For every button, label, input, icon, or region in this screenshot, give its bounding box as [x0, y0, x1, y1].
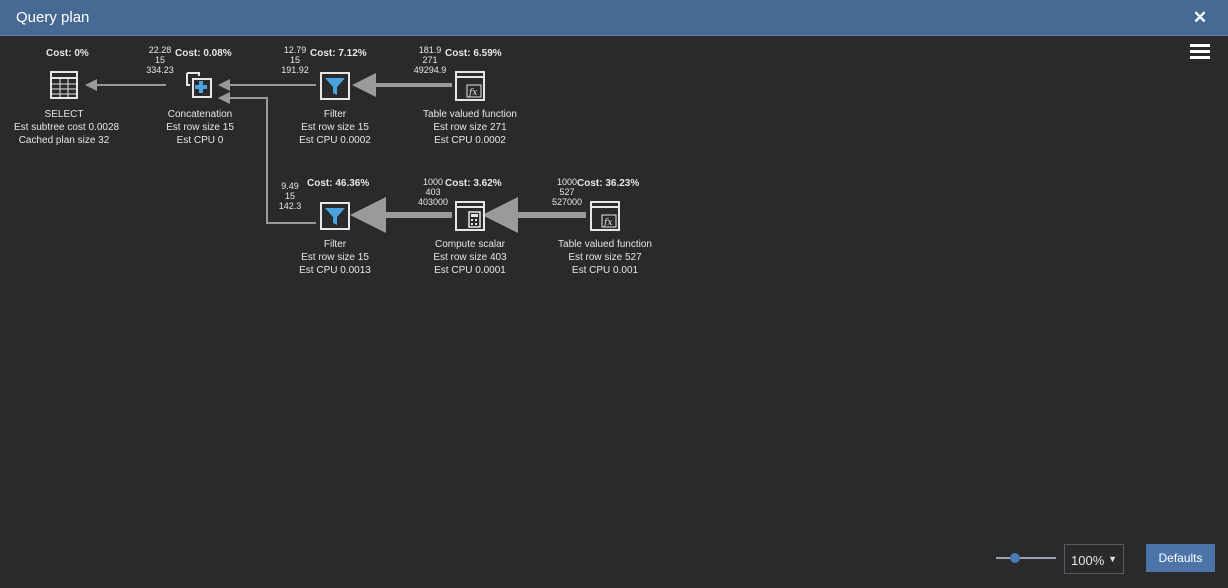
node-label: Filter Est row size 15 Est CPU 0.0013: [299, 239, 371, 276]
node-cost: Cost: 7.12%: [310, 48, 367, 59]
node-cost: Cost: 6.59%: [445, 48, 502, 59]
window-title: Query plan: [16, 9, 90, 26]
node-stats: 22.28 15 334.23: [146, 45, 174, 75]
node-stats: 181.9 271 49294.9: [413, 45, 447, 75]
title-bar: Query plan ✕: [0, 0, 1228, 36]
node-cost: Cost: 46.36%: [307, 178, 370, 189]
node-cost: Cost: 3.62%: [445, 178, 502, 189]
close-button[interactable]: ✕: [1186, 6, 1214, 30]
zoom-slider[interactable]: [996, 551, 1056, 565]
concatenation-icon[interactable]: [185, 71, 215, 101]
node-stats: 12.79 15 191.92: [281, 45, 309, 75]
zoom-slider-track: [996, 557, 1056, 559]
node-label: Table valued function Est row size 527 E…: [558, 239, 652, 276]
function-window-icon[interactable]: fx: [590, 201, 620, 231]
chevron-down-icon: ▼: [1108, 554, 1117, 564]
node-label: Table valued function Est row size 271 E…: [423, 109, 517, 146]
filter-funnel-icon[interactable]: [320, 202, 350, 230]
defaults-button[interactable]: Defaults: [1146, 544, 1215, 572]
node-label: Concatenation Est row size 15 Est CPU 0: [166, 109, 234, 146]
zoom-level-select[interactable]: 100% ▼: [1064, 544, 1124, 574]
node-cost: Cost: 0%: [46, 48, 89, 59]
node-cost: Cost: 36.23%: [577, 178, 640, 189]
node-label: SELECT Est subtree cost 0.0028 Cached pl…: [14, 109, 120, 146]
calculator-window-icon[interactable]: [455, 201, 485, 231]
filter-funnel-icon[interactable]: [320, 72, 350, 100]
node-cost: Cost: 0.08%: [175, 48, 232, 59]
node-label: Filter Est row size 15 Est CPU 0.0002: [299, 109, 371, 146]
zoom-slider-thumb[interactable]: [1010, 553, 1020, 563]
table-grid-icon[interactable]: [50, 71, 78, 99]
node-stats: 9.49 15 142.3: [278, 181, 302, 211]
svg-text:fx: fx: [468, 88, 477, 98]
close-icon: ✕: [1192, 8, 1208, 27]
zoom-value: 100%: [1071, 553, 1105, 568]
svg-text:fx: fx: [603, 218, 612, 228]
node-label: Compute scalar Est row size 403 Est CPU …: [433, 239, 507, 276]
function-window-icon[interactable]: fx: [455, 71, 485, 101]
